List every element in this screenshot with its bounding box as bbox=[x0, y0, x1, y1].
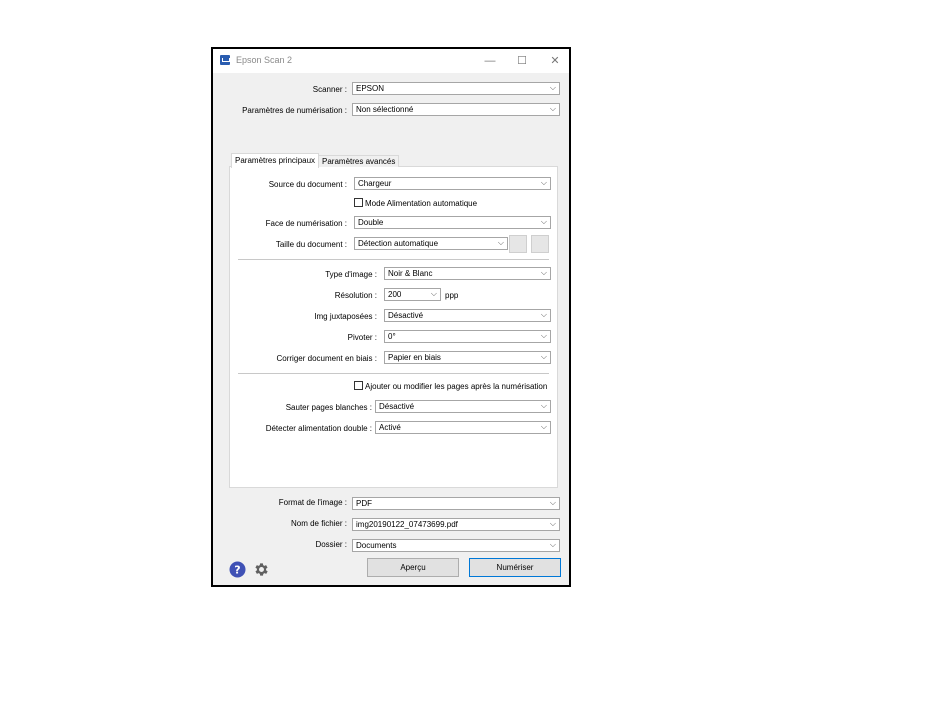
preview-button[interactable]: Aperçu bbox=[367, 558, 459, 577]
image-format-select[interactable]: PDF ⌵ bbox=[352, 497, 560, 510]
chevron-down-icon: ⌵ bbox=[497, 238, 504, 247]
maximize-button[interactable]: ☐ bbox=[509, 52, 535, 70]
rotate-value: 0° bbox=[388, 332, 396, 341]
scan-button[interactable]: Numériser bbox=[469, 558, 561, 577]
image-type-value: Noir & Blanc bbox=[388, 269, 433, 278]
stitch-images-label: Img juxtaposées : bbox=[314, 312, 377, 321]
chevron-down-icon: ⌵ bbox=[540, 217, 547, 226]
file-name-label: Nom de fichier : bbox=[290, 519, 347, 528]
chevron-down-icon: ⌵ bbox=[549, 104, 556, 113]
chevron-down-icon: ⌵ bbox=[540, 310, 547, 319]
scan-side-label: Face de numérisation : bbox=[265, 219, 347, 228]
scan-settings-label: Paramètres de numérisation : bbox=[242, 106, 347, 115]
app-icon bbox=[220, 55, 230, 65]
skip-blank-value: Désactivé bbox=[379, 402, 415, 411]
scan-settings-value: Non sélectionné bbox=[356, 105, 414, 114]
double-feed-value: Activé bbox=[379, 423, 401, 432]
help-icon[interactable]: ? bbox=[229, 561, 246, 578]
add-edit-pages-label: Ajouter ou modifier les pages après la n… bbox=[365, 382, 548, 391]
chevron-down-icon: ⌵ bbox=[549, 83, 556, 92]
stitch-images-value: Désactivé bbox=[388, 311, 424, 320]
correct-skew-select[interactable]: Papier en biais ⌵ bbox=[384, 351, 551, 364]
stitch-images-select[interactable]: Désactivé ⌵ bbox=[384, 309, 551, 322]
correct-skew-value: Papier en biais bbox=[388, 353, 441, 362]
document-source-select[interactable]: Chargeur ⌵ bbox=[354, 177, 551, 190]
crop-area-icon[interactable] bbox=[509, 235, 527, 253]
divider bbox=[238, 373, 549, 374]
resolution-label: Résolution : bbox=[334, 291, 377, 300]
tab-advanced-settings[interactable]: Paramètres avancés bbox=[318, 155, 400, 167]
auto-feed-checkbox[interactable] bbox=[354, 198, 363, 207]
document-size-label: Taille du document : bbox=[275, 240, 347, 249]
double-feed-label: Détecter alimentation double : bbox=[265, 424, 372, 433]
document-size-select[interactable]: Détection automatique ⌵ bbox=[354, 237, 508, 250]
rotate-label: Pivoter : bbox=[347, 333, 377, 342]
chevron-down-icon: ⌵ bbox=[540, 352, 547, 361]
add-edit-pages-checkbox[interactable] bbox=[354, 381, 363, 390]
chevron-down-icon: ⌵ bbox=[540, 268, 547, 277]
document-size-value: Détection automatique bbox=[358, 239, 439, 248]
resolution-value: 200 bbox=[388, 290, 402, 299]
chevron-down-icon: ⌵ bbox=[540, 178, 547, 187]
scanner-select[interactable]: EPSON ⌵ bbox=[352, 82, 560, 95]
auto-feed-label: Mode Alimentation automatique bbox=[365, 199, 478, 208]
document-source-label: Source du document : bbox=[268, 180, 347, 189]
resolution-select[interactable]: 200 ⌵ bbox=[384, 288, 441, 301]
scan-settings-select[interactable]: Non sélectionné ⌵ bbox=[352, 103, 560, 116]
image-type-label: Type d'image : bbox=[325, 270, 377, 279]
chevron-down-icon: ⌵ bbox=[549, 540, 556, 549]
svg-text:?: ? bbox=[234, 564, 240, 577]
scanner-label: Scanner : bbox=[312, 85, 347, 94]
skip-blank-select[interactable]: Désactivé ⌵ bbox=[375, 400, 551, 413]
folder-select[interactable]: Documents ⌵ bbox=[352, 539, 560, 552]
folder-value: Documents bbox=[356, 541, 397, 550]
chevron-down-icon: ⌵ bbox=[540, 401, 547, 410]
title-bar: Epson Scan 2 — ☐ ✕ bbox=[213, 49, 569, 73]
skip-blank-label: Sauter pages blanches : bbox=[285, 403, 372, 412]
document-source-value: Chargeur bbox=[358, 179, 392, 188]
correct-skew-label: Corriger document en biais : bbox=[276, 354, 378, 363]
scan-side-value: Double bbox=[358, 218, 384, 227]
rotate-select[interactable]: 0° ⌵ bbox=[384, 330, 551, 343]
divider bbox=[238, 259, 549, 260]
chevron-down-icon: ⌵ bbox=[540, 422, 547, 431]
image-format-label: Format de l'image : bbox=[278, 498, 347, 507]
gear-icon[interactable] bbox=[253, 561, 270, 578]
tab-main-settings[interactable]: Paramètres principaux bbox=[231, 153, 320, 168]
epson-scan-window: Epson Scan 2 — ☐ ✕ Scanner : EPSON ⌵ Par… bbox=[211, 47, 571, 587]
close-button[interactable]: ✕ bbox=[542, 52, 568, 70]
window-title: Epson Scan 2 bbox=[236, 55, 293, 65]
double-feed-select[interactable]: Activé ⌵ bbox=[375, 421, 551, 434]
scan-side-select[interactable]: Double ⌵ bbox=[354, 216, 551, 229]
document-settings-icon[interactable] bbox=[531, 235, 549, 253]
main-settings-panel bbox=[229, 166, 558, 488]
file-name-value: img20190122_07473699.pdf bbox=[356, 520, 458, 529]
chevron-down-icon: ⌵ bbox=[549, 519, 556, 528]
minimize-button[interactable]: — bbox=[477, 52, 503, 70]
image-type-select[interactable]: Noir & Blanc ⌵ bbox=[384, 267, 551, 280]
scanner-value: EPSON bbox=[356, 84, 385, 93]
chevron-down-icon: ⌵ bbox=[549, 498, 556, 507]
chevron-down-icon: ⌵ bbox=[430, 289, 437, 298]
resolution-unit: ppp bbox=[445, 291, 459, 300]
image-format-value: PDF bbox=[356, 499, 372, 508]
file-name-select[interactable]: img20190122_07473699.pdf ⌵ bbox=[352, 518, 560, 531]
folder-label: Dossier : bbox=[315, 540, 347, 549]
chevron-down-icon: ⌵ bbox=[540, 331, 547, 340]
